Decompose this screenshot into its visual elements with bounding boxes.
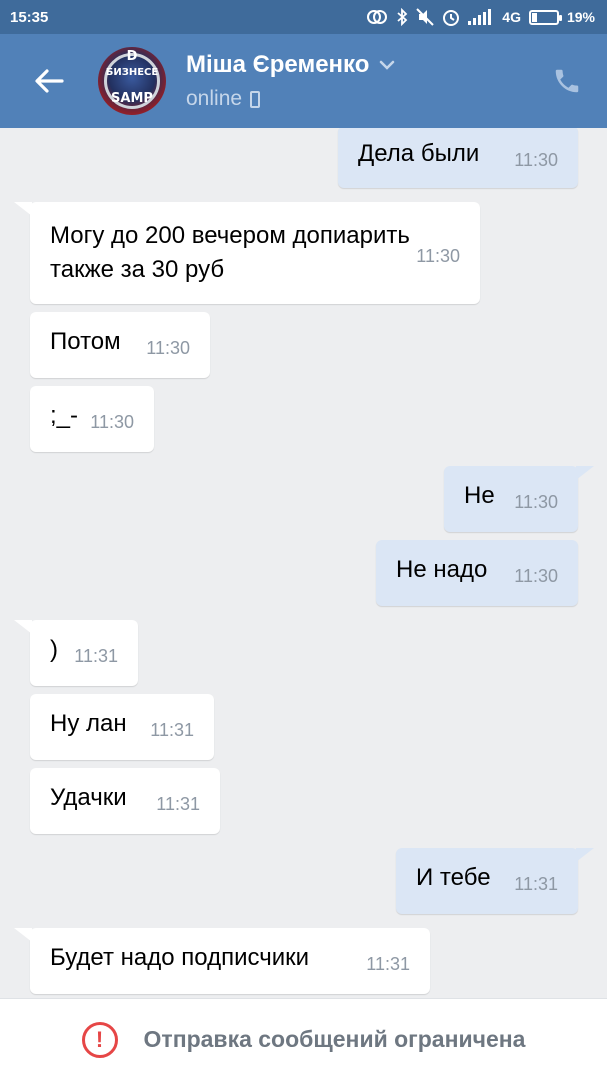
incoming-message[interactable]: Удачки 11:31	[30, 768, 220, 834]
message-text: Будет надо подписчики	[50, 944, 310, 971]
message-text: )	[50, 636, 58, 663]
input-restricted-bar: ! Отправка сообщений ограничена	[0, 998, 607, 1080]
status-icons: 4G 19%	[366, 8, 595, 26]
battery-icon	[528, 9, 562, 25]
outgoing-message[interactable]: И тебе 11:31	[396, 848, 594, 914]
status-time: 15:35	[10, 8, 49, 26]
avatar-text-mid: БИЗНЕСЕ	[105, 67, 159, 78]
avatar[interactable]: D БИЗНЕСЕ SAMP	[98, 47, 166, 115]
message-time: 11:30	[514, 566, 558, 586]
incoming-message[interactable]: Ну лан 11:31	[30, 694, 214, 760]
message-text: Не	[464, 482, 495, 509]
avatar-text-top: D	[126, 49, 138, 64]
chevron-down-icon	[380, 60, 395, 70]
incoming-message[interactable]: ;_- 11:30	[30, 386, 154, 452]
avatar-text-bottom: SAMP	[111, 91, 153, 106]
message-time: 11:30	[514, 492, 558, 512]
incoming-message[interactable]: ) 11:31	[14, 620, 138, 686]
bubble-tail	[576, 466, 594, 480]
incoming-message[interactable]: Потом 11:30	[30, 312, 210, 378]
message-text: Потом	[50, 328, 121, 355]
message-text: также за 30 руб	[50, 256, 225, 283]
message-time: 11:30	[90, 412, 134, 432]
incoming-message[interactable]: Будет надо подписчики 11:31	[14, 928, 430, 994]
phone-icon	[555, 69, 579, 93]
message-text: Дела были	[358, 140, 480, 167]
bluetooth-icon	[397, 8, 408, 26]
message-time: 11:31	[74, 646, 118, 666]
exclamation-icon: !	[81, 1021, 118, 1058]
message-text: Удачки	[50, 784, 127, 811]
bubble-tail	[14, 620, 32, 634]
arrow-left-icon	[35, 69, 64, 93]
outgoing-message[interactable]: Не надо 11:30	[376, 540, 578, 606]
message-time: 11:30	[146, 338, 190, 358]
status-bar: 15:35 4G 19%	[0, 0, 607, 34]
network-type: 4G	[502, 9, 521, 25]
contact-name: Міша Єременко	[186, 51, 370, 78]
message-time: 11:31	[150, 720, 194, 740]
message-list[interactable]: Дела были 11:30 Могу до 200 вечером допиар…	[0, 128, 607, 998]
bubble-tail	[14, 928, 32, 942]
incoming-message[interactable]: Могу до 200 вечером допиарить также за 30…	[14, 202, 480, 304]
bubble-tail	[14, 202, 32, 216]
message-time: 11:30	[514, 150, 558, 170]
outgoing-message[interactable]: Дела были 11:30	[338, 128, 578, 188]
back-button[interactable]	[0, 34, 98, 128]
message-text: ;_-	[50, 402, 79, 429]
outgoing-message[interactable]: Не 11:30	[444, 466, 594, 532]
message-text: Могу до 200 вечером допиарить	[50, 222, 410, 249]
bubble-tail	[576, 848, 594, 862]
contact-name-row[interactable]: Міша Єременко	[186, 51, 527, 79]
mute-icon	[416, 8, 434, 26]
message-text: И тебе	[416, 864, 491, 891]
contact-status: online	[186, 87, 243, 110]
chat-header: D БИЗНЕСЕ SAMP Міша Єременко online	[0, 34, 607, 128]
message-time: 11:31	[156, 794, 200, 814]
message-time: 11:31	[366, 954, 410, 974]
mobile-icon	[250, 90, 261, 108]
signal-icon	[468, 9, 492, 25]
battery-percent: 19%	[566, 9, 595, 25]
restriction-text: Отправка сообщений ограничена	[143, 1026, 526, 1052]
alarm-icon	[443, 10, 460, 26]
message-time: 11:30	[416, 246, 460, 266]
call-button[interactable]	[527, 34, 607, 128]
contact-status-row: online	[186, 87, 527, 111]
message-time: 11:31	[514, 874, 558, 894]
contact-info[interactable]: Міша Єременко online	[186, 51, 527, 111]
sync-icon	[367, 10, 388, 24]
message-text: Ну лан	[50, 710, 127, 737]
message-text: Не надо	[396, 556, 488, 583]
